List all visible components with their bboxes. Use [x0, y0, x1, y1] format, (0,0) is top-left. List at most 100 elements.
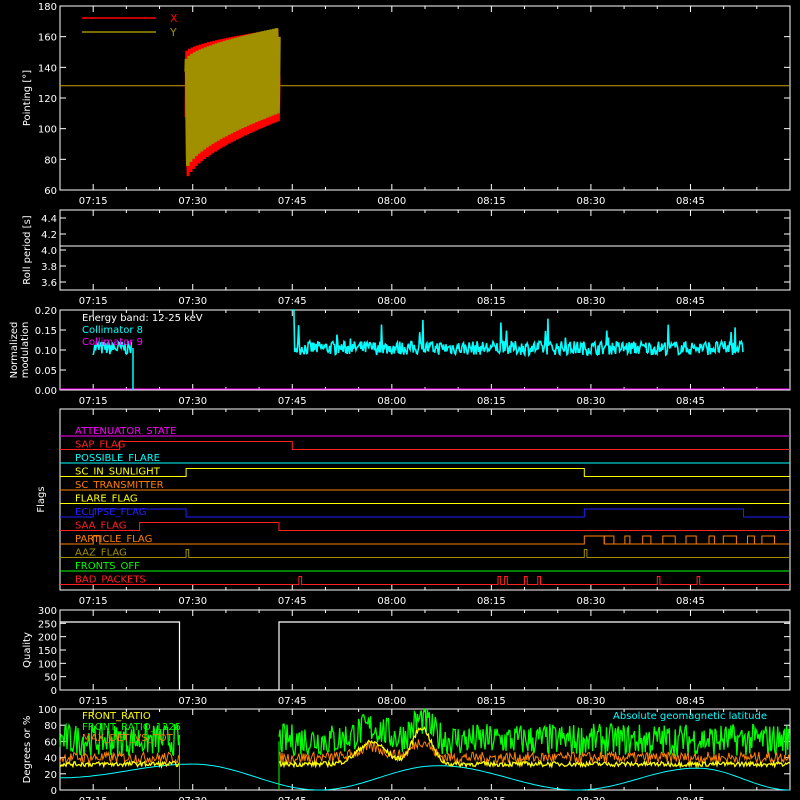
x-tick-label: 07:30 — [178, 696, 207, 707]
legend-label: FRONT_RATIO_1225 — [82, 722, 181, 733]
rhessi-observing-summary: 07:15 07:30 07:45 08:00 08:15 08:30 08:45 Point… — [0, 0, 800, 800]
x-tick-label: 08:45 — [676, 396, 705, 407]
y-tick-label: 0.05 — [35, 366, 57, 377]
x-tick-label: 08:15 — [477, 396, 506, 407]
x-tick-label: 07:15 — [79, 196, 108, 207]
y-tick-label: 160 — [38, 33, 57, 44]
y-axis-label: Normalized — [9, 322, 20, 379]
y-tick-label: 250 — [38, 619, 57, 630]
legend-label: Collimator 9 — [82, 337, 143, 348]
y-tick-label: 80 — [44, 155, 57, 166]
y-tick-label: 120 — [38, 94, 57, 105]
flag-label: POSSIBLE_FLARE — [75, 453, 160, 464]
legend-label: FRONT_RATIO — [82, 711, 151, 722]
x-tick-label: 08:45 — [676, 796, 705, 800]
y-tick-label: 150 — [38, 646, 57, 657]
y-axis-label: Pointing [°] — [22, 70, 33, 126]
y-tick-label: 100 — [38, 659, 57, 670]
y-tick-label: 4.4 — [41, 214, 57, 225]
y-tick-label: 300 — [38, 606, 57, 617]
x-tick-label: 08:30 — [576, 696, 605, 707]
y-tick-label: 4.2 — [41, 230, 57, 241]
y-axis-label: modulation — [20, 322, 31, 379]
flag-label: SAP_FLAG — [75, 440, 125, 451]
legend-label: MAX_DET_VS_TOT — [82, 733, 174, 744]
x-tick-label: 08:00 — [377, 396, 406, 407]
y-tick-label: 0.00 — [35, 386, 57, 397]
y-axis-label: Flags — [36, 486, 47, 512]
flag-label: FRONTS_OFF — [75, 561, 140, 572]
y-tick-label: 3.8 — [41, 262, 57, 273]
y-tick-label: 60 — [44, 737, 57, 748]
x-tick-label: 07:15 — [79, 696, 108, 707]
x-tick-label: 07:45 — [278, 696, 307, 707]
y-axis-label: Roll period [s] — [22, 215, 33, 284]
y-tick-label: 180 — [38, 2, 57, 13]
y-tick-label: 0 — [51, 786, 57, 797]
y-axis-label: Degrees or % — [22, 716, 33, 784]
flag-label: SC_TRANSMITTER — [75, 480, 164, 491]
y-axis-label: Quality — [22, 632, 33, 668]
x-tick-label: 08:45 — [676, 696, 705, 707]
x-tick-label: 08:30 — [576, 296, 605, 307]
x-tick-label: 08:00 — [377, 296, 406, 307]
x-tick-label: 08:30 — [576, 396, 605, 407]
x-tick-label: 07:15 — [79, 296, 108, 307]
x-tick-label: 08:45 — [676, 596, 705, 607]
y-tick-label: 0.20 — [35, 306, 57, 317]
x-tick-label: 07:45 — [278, 296, 307, 307]
x-tick-label: 08:15 — [477, 296, 506, 307]
x-tick-label: 07:15 — [79, 396, 108, 407]
y-tick-label: 200 — [38, 633, 57, 644]
x-tick-label: 07:15 — [79, 596, 108, 607]
x-tick-label: 08:15 — [477, 596, 506, 607]
flag-label: FLARE_FLAG — [75, 494, 138, 505]
flag-label: BAD_PACKETS — [75, 575, 146, 586]
y-tick-label: 4.0 — [41, 246, 57, 257]
flag-label: PARTICLE_FLAG — [75, 534, 152, 545]
x-tick-label: 07:45 — [278, 796, 307, 800]
flag-label: ATTENUATOR_STATE — [75, 426, 176, 437]
x-tick-label: 08:00 — [377, 196, 406, 207]
y-tick-label: 40 — [44, 754, 57, 765]
y-tick-label: 100 — [38, 125, 57, 136]
x-tick-label: 07:45 — [278, 196, 307, 207]
annotation: Energy band: 12-25 keV — [82, 313, 203, 324]
x-tick-label: 08:30 — [576, 596, 605, 607]
x-tick-label: 07:30 — [178, 296, 207, 307]
x-tick-label: 07:30 — [178, 396, 207, 407]
flag-label: ECLIPSE_FLAG — [75, 507, 146, 518]
flag-label: SAA_FLAG — [75, 521, 126, 532]
y-tick-label: 3.6 — [41, 278, 57, 289]
x-tick-label: 08:30 — [576, 796, 605, 800]
y-tick-label: 20 — [44, 770, 57, 781]
x-tick-label: 08:15 — [477, 796, 506, 800]
x-tick-label: 08:45 — [676, 196, 705, 207]
x-tick-label: 07:45 — [278, 596, 307, 607]
x-tick-label: 07:30 — [178, 796, 207, 800]
x-tick-label: 07:30 — [178, 596, 207, 607]
flag-label: AAZ_FLAG — [75, 548, 127, 559]
y-tick-label: 0.10 — [35, 346, 57, 357]
flag-label: SC_IN_SUNLIGHT — [75, 467, 161, 478]
y-tick-label: 140 — [38, 63, 57, 74]
y-tick-label: 50 — [44, 673, 57, 684]
y-tick-label: 0.15 — [35, 326, 57, 337]
y-tick-label: 60 — [44, 186, 57, 197]
legend-label: X — [170, 12, 178, 25]
y-tick-label: 80 — [44, 721, 57, 732]
x-tick-label: 07:15 — [79, 796, 108, 800]
y-tick-label: 100 — [38, 705, 57, 716]
x-tick-label: 07:30 — [178, 196, 207, 207]
legend-label: Collimator 8 — [82, 325, 143, 336]
x-tick-label: 07:45 — [278, 396, 307, 407]
x-tick-label: 08:15 — [477, 196, 506, 207]
x-tick-label: 08:45 — [676, 296, 705, 307]
x-tick-label: 08:30 — [576, 196, 605, 207]
legend-label: Absolute geomagnetic latitude — [613, 711, 767, 722]
y-tick-label: 0 — [51, 686, 57, 697]
legend-label: Y — [169, 26, 177, 39]
x-tick-label: 08:00 — [377, 796, 406, 800]
x-tick-label: 08:00 — [377, 696, 406, 707]
x-tick-label: 08:15 — [477, 696, 506, 707]
